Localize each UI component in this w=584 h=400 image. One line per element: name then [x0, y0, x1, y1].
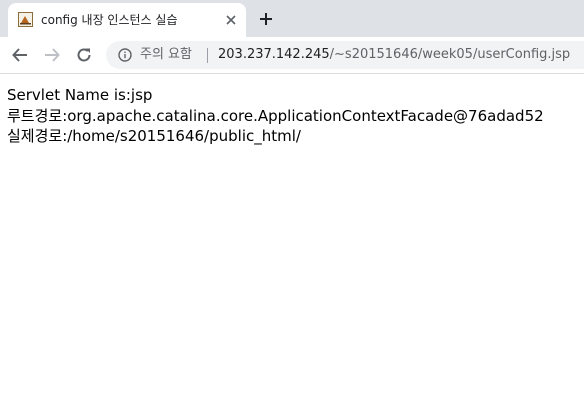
real-path-line: 실제경로:/home/s20151646/public_html/: [7, 127, 301, 145]
page-favicon-icon: [18, 12, 33, 27]
tab-title: config 내장 인스턴스 실습: [41, 13, 178, 27]
url-path: /~s20151646/week05/userConfig.jsp: [329, 47, 571, 62]
info-icon[interactable]: [118, 48, 132, 62]
page-content: Servlet Name is:jsp 루트경로:org.apache.cata…: [7, 85, 544, 147]
root-path-line: 루트경로:org.apache.catalina.core.Applicatio…: [7, 106, 544, 125]
close-icon[interactable]: [224, 13, 238, 27]
omnibox-divider: [207, 48, 208, 63]
security-status-label[interactable]: 주의 요함: [140, 47, 192, 63]
tab-active[interactable]: config 내장 인스턴스 실습: [8, 3, 246, 37]
browser-toolbar: 주의 요함 203.237.142.245/~s20151646/week05/…: [0, 37, 584, 74]
arrow-right-icon[interactable]: [43, 46, 61, 64]
plus-icon[interactable]: [258, 11, 274, 27]
url-host: 203.237.142.245: [218, 47, 330, 62]
address-bar[interactable]: 주의 요함 203.237.142.245/~s20151646/week05/…: [106, 41, 584, 69]
arrow-left-icon[interactable]: [11, 46, 29, 64]
reload-icon[interactable]: [75, 46, 93, 64]
servlet-name-line: Servlet Name is:jsp: [7, 86, 153, 104]
url-text[interactable]: 203.237.142.245/~s20151646/week05/userCo…: [218, 47, 570, 63]
tab-strip: config 내장 인스턴스 실습: [0, 0, 584, 37]
